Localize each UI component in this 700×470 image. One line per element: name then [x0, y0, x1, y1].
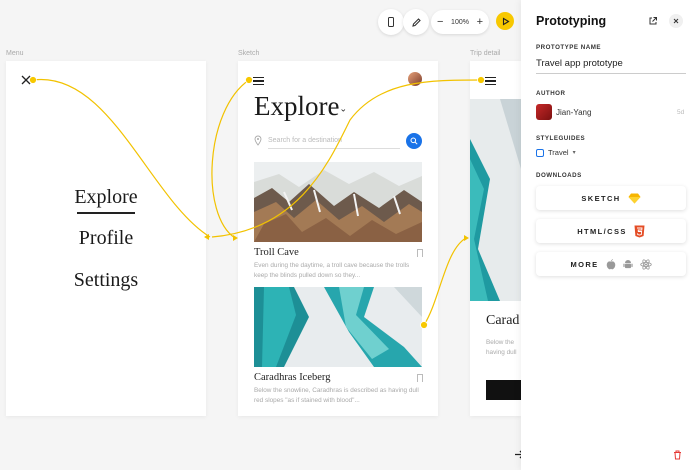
- download-sketch-button[interactable]: SKETCH: [536, 186, 686, 210]
- trash-icon[interactable]: [673, 450, 682, 460]
- react-icon: [639, 258, 652, 270]
- html5-icon: [634, 225, 645, 237]
- styleguides-label: STYLEGUIDES: [536, 135, 586, 142]
- download-more-button[interactable]: MORE: [536, 252, 686, 276]
- download-html-css-label: HTML/CSS: [577, 226, 627, 236]
- prototyping-panel: Prototyping PROTOTYPE NAME Travel app pr…: [521, 0, 700, 470]
- link-arrow-icon: [233, 235, 238, 241]
- download-sketch-label: SKETCH: [581, 193, 621, 203]
- sketch-icon: [628, 193, 641, 203]
- hotspot-icon: [29, 76, 485, 329]
- author-time: 5d: [677, 109, 685, 116]
- close-panel-button[interactable]: [669, 14, 683, 28]
- external-link-icon[interactable]: [648, 16, 658, 26]
- prototype-links: [29, 76, 485, 329]
- downloads-label: DOWNLOADS: [536, 172, 582, 179]
- apple-icon: [606, 258, 615, 269]
- download-html-css-button[interactable]: HTML/CSS: [536, 219, 686, 243]
- prototype-name-input[interactable]: Travel app prototype: [536, 58, 686, 74]
- panel-title: Prototyping: [536, 14, 607, 28]
- chevron-down-icon: ▾: [572, 150, 576, 156]
- styleguide-icon: [536, 148, 544, 157]
- download-more-label: MORE: [570, 259, 599, 269]
- android-icon: [622, 259, 633, 268]
- link-arrow-icon: [464, 235, 469, 241]
- prototype-name-label: PROTOTYPE NAME: [536, 44, 601, 51]
- author-name: Jian-Yang: [556, 108, 592, 117]
- close-icon: [673, 18, 679, 24]
- author-label: AUTHOR: [536, 90, 566, 97]
- author-avatar: [536, 104, 552, 120]
- styleguide-value: Travel: [548, 148, 569, 157]
- styleguide-selector[interactable]: Travel ▾: [536, 148, 576, 157]
